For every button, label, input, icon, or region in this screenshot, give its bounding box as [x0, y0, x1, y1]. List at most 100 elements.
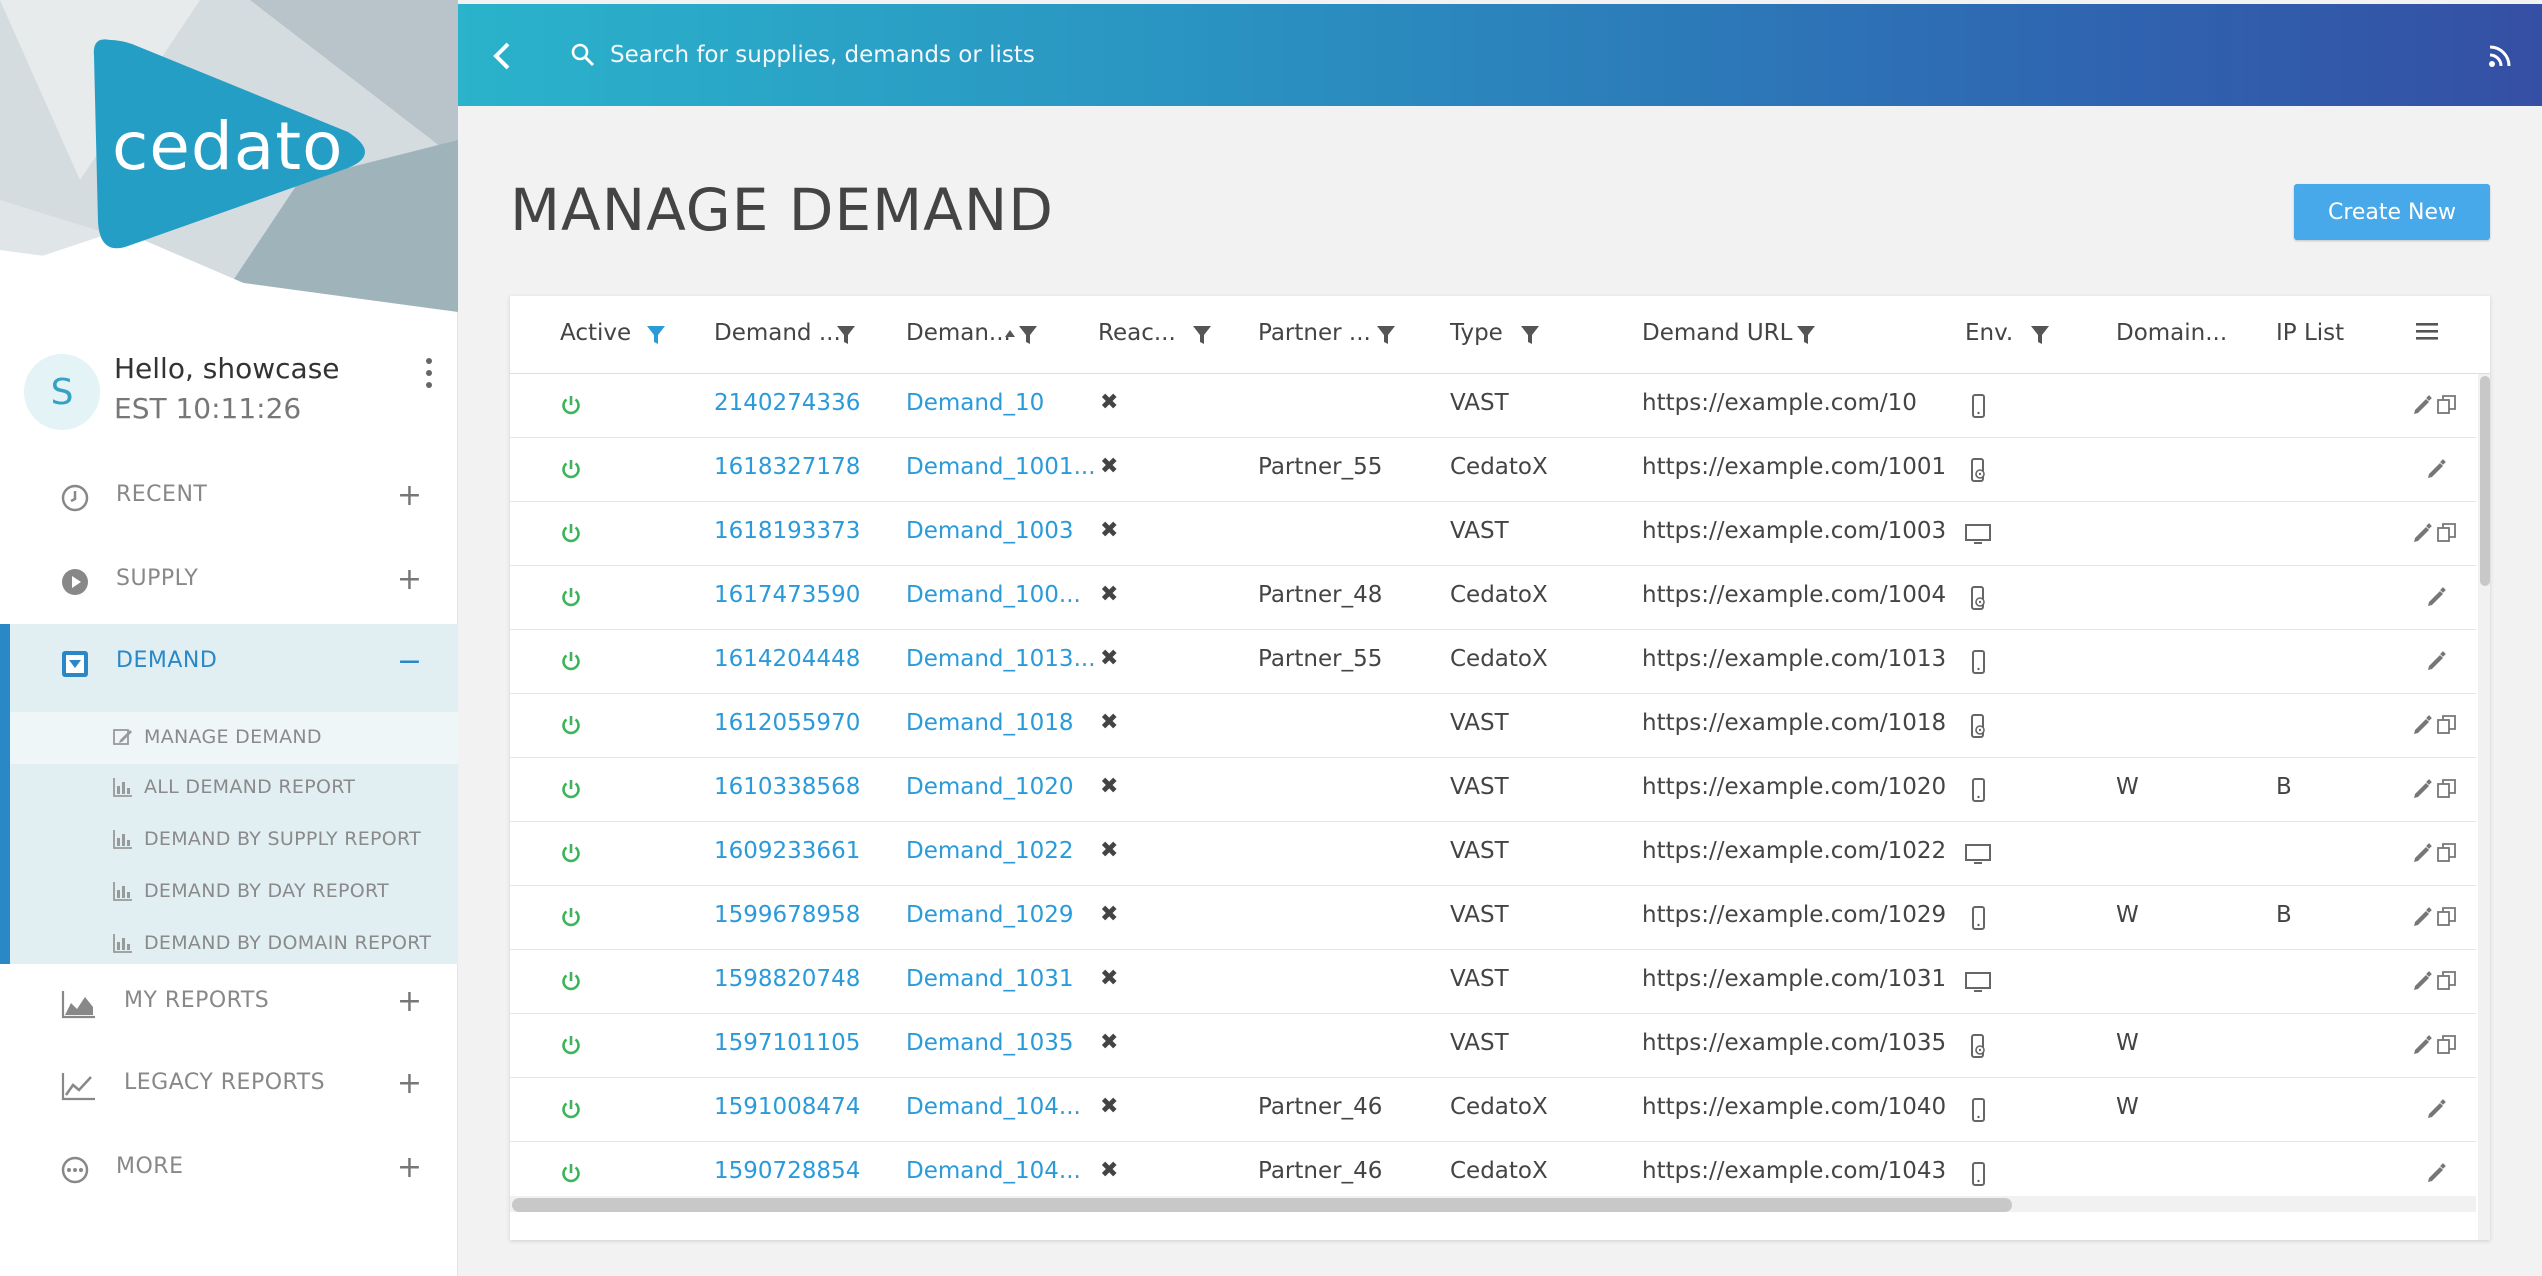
table-row[interactable]: 1598820748 Demand_1031 ✖ VAST https://exampl…	[510, 950, 2476, 1014]
filter-icon[interactable]	[1018, 324, 1038, 346]
power-icon[interactable]	[560, 842, 582, 864]
avatar[interactable]: S	[24, 354, 100, 430]
column-header-domain[interactable]: Domain...	[2116, 320, 2227, 346]
power-icon[interactable]	[560, 1034, 582, 1056]
pencil-icon[interactable]	[2412, 522, 2434, 544]
column-header-env[interactable]: Env.	[1965, 320, 2013, 346]
demand-id-link[interactable]: 1618327178	[714, 454, 860, 480]
demand-name-link[interactable]: Demand_1031	[906, 966, 1074, 992]
pencil-icon[interactable]	[2412, 1034, 2434, 1056]
filter-icon[interactable]	[1376, 324, 1396, 346]
create-new-button[interactable]: Create New	[2294, 184, 2490, 240]
pencil-icon[interactable]	[2426, 1098, 2448, 1120]
pencil-icon[interactable]	[2426, 1162, 2448, 1184]
power-icon[interactable]	[560, 586, 582, 608]
filter-icon[interactable]	[1796, 324, 1816, 346]
column-header-demand-id[interactable]: Demand ...	[714, 320, 841, 346]
collapse-icon[interactable]: −	[397, 644, 422, 680]
subnav-all-demand-report[interactable]: ALL DEMAND REPORT	[10, 762, 458, 814]
copy-icon[interactable]	[2436, 842, 2458, 864]
copy-icon[interactable]	[2436, 714, 2458, 736]
power-icon[interactable]	[560, 970, 582, 992]
demand-id-link[interactable]: 2140274336	[714, 390, 860, 416]
demand-name-link[interactable]: Demand_1020	[906, 774, 1074, 800]
sort-asc-icon[interactable]	[1004, 324, 1016, 346]
demand-id-link[interactable]: 1617473590	[714, 582, 860, 608]
power-icon[interactable]	[560, 522, 582, 544]
table-row[interactable]: 1612055970 Demand_1018 ✖ VAST https://exampl…	[510, 694, 2476, 758]
subnav-manage-demand[interactable]: MANAGE DEMAND	[10, 712, 458, 764]
column-header-reached[interactable]: Reac...	[1098, 320, 1176, 346]
power-icon[interactable]	[560, 650, 582, 672]
filter-icon[interactable]	[1192, 324, 1212, 346]
horizontal-scroll-thumb[interactable]	[512, 1198, 2012, 1212]
demand-name-link[interactable]: Demand_104...	[906, 1158, 1081, 1184]
demand-name-link[interactable]: Demand_100...	[906, 582, 1081, 608]
column-header-type[interactable]: Type	[1450, 320, 1503, 346]
subnav-demand-by-domain-report[interactable]: DEMAND BY DOMAIN REPORT	[10, 918, 458, 970]
power-icon[interactable]	[560, 394, 582, 416]
chevron-left-icon[interactable]	[488, 38, 518, 74]
filter-icon[interactable]	[836, 324, 856, 346]
nav-legacy-reports[interactable]: LEGACY REPORTS +	[0, 1046, 458, 1126]
table-row[interactable]: 1609233661 Demand_1022 ✖ VAST https://exampl…	[510, 822, 2476, 886]
pencil-icon[interactable]	[2412, 842, 2434, 864]
copy-icon[interactable]	[2436, 394, 2458, 416]
pencil-icon[interactable]	[2412, 906, 2434, 928]
nav-supply[interactable]: SUPPLY +	[0, 542, 458, 622]
filter-icon[interactable]	[1520, 324, 1540, 346]
demand-id-link[interactable]: 1598820748	[714, 966, 860, 992]
power-icon[interactable]	[560, 714, 582, 736]
demand-name-link[interactable]: Demand_10	[906, 390, 1044, 416]
demand-name-link[interactable]: Demand_1018	[906, 710, 1074, 736]
copy-icon[interactable]	[2436, 522, 2458, 544]
column-header-partner[interactable]: Partner ...	[1258, 320, 1371, 346]
column-header-demand-url[interactable]: Demand URL	[1642, 320, 1792, 346]
column-header-active[interactable]: Active	[560, 320, 631, 346]
demand-id-link[interactable]: 1590728854	[714, 1158, 860, 1184]
subnav-demand-by-supply-report[interactable]: DEMAND BY SUPPLY REPORT	[10, 814, 458, 866]
table-row[interactable]: 1591008474 Demand_104... ✖ Partner_46 Cedato…	[510, 1078, 2476, 1142]
demand-name-link[interactable]: Demand_1003	[906, 518, 1074, 544]
demand-name-link[interactable]: Demand_1022	[906, 838, 1074, 864]
pencil-icon[interactable]	[2426, 650, 2448, 672]
expand-icon[interactable]: +	[397, 1150, 422, 1186]
table-row[interactable]: 1597101105 Demand_1035 ✖ VAST https://exampl…	[510, 1014, 2476, 1078]
pencil-icon[interactable]	[2412, 970, 2434, 992]
demand-id-link[interactable]: 1609233661	[714, 838, 860, 864]
table-row[interactable]: 1618327178 Demand_1001... ✖ Partner_55 Cedat…	[510, 438, 2476, 502]
nav-recent[interactable]: RECENT +	[0, 458, 458, 538]
demand-id-link[interactable]: 1618193373	[714, 518, 860, 544]
demand-id-link[interactable]: 1591008474	[714, 1094, 860, 1120]
power-icon[interactable]	[560, 778, 582, 800]
expand-icon[interactable]: +	[397, 1066, 422, 1102]
power-icon[interactable]	[560, 906, 582, 928]
demand-id-link[interactable]: 1599678958	[714, 902, 860, 928]
copy-icon[interactable]	[2436, 778, 2458, 800]
power-icon[interactable]	[560, 458, 582, 480]
table-row[interactable]: 1610338568 Demand_1020 ✖ VAST https://exampl…	[510, 758, 2476, 822]
column-header-ip-list[interactable]: IP List	[2276, 320, 2344, 346]
demand-name-link[interactable]: Demand_1001...	[906, 454, 1096, 480]
table-row[interactable]: 1617473590 Demand_100... ✖ Partner_48 Cedato…	[510, 566, 2476, 630]
nav-my-reports[interactable]: MY REPORTS +	[0, 964, 458, 1044]
power-icon[interactable]	[560, 1098, 582, 1120]
demand-id-link[interactable]: 1597101105	[714, 1030, 860, 1056]
pencil-icon[interactable]	[2412, 714, 2434, 736]
copy-icon[interactable]	[2436, 970, 2458, 992]
table-row[interactable]: 1614204448 Demand_1013... ✖ Partner_55 Cedat…	[510, 630, 2476, 694]
table-row[interactable]: 1599678958 Demand_1029 ✖ VAST https://exampl…	[510, 886, 2476, 950]
filter-icon[interactable]	[646, 324, 666, 346]
filter-icon[interactable]	[2030, 324, 2050, 346]
demand-name-link[interactable]: Demand_1029	[906, 902, 1074, 928]
expand-icon[interactable]: +	[397, 562, 422, 598]
demand-id-link[interactable]: 1612055970	[714, 710, 860, 736]
demand-id-link[interactable]: 1610338568	[714, 774, 860, 800]
demand-name-link[interactable]: Demand_1013...	[906, 646, 1096, 672]
demand-id-link[interactable]: 1614204448	[714, 646, 860, 672]
pencil-icon[interactable]	[2412, 394, 2434, 416]
nav-more[interactable]: MORE +	[0, 1130, 458, 1210]
demand-name-link[interactable]: Demand_104...	[906, 1094, 1081, 1120]
table-row[interactable]: 2140274336 Demand_10 ✖ VAST https://example.…	[510, 374, 2476, 438]
power-icon[interactable]	[560, 1162, 582, 1184]
